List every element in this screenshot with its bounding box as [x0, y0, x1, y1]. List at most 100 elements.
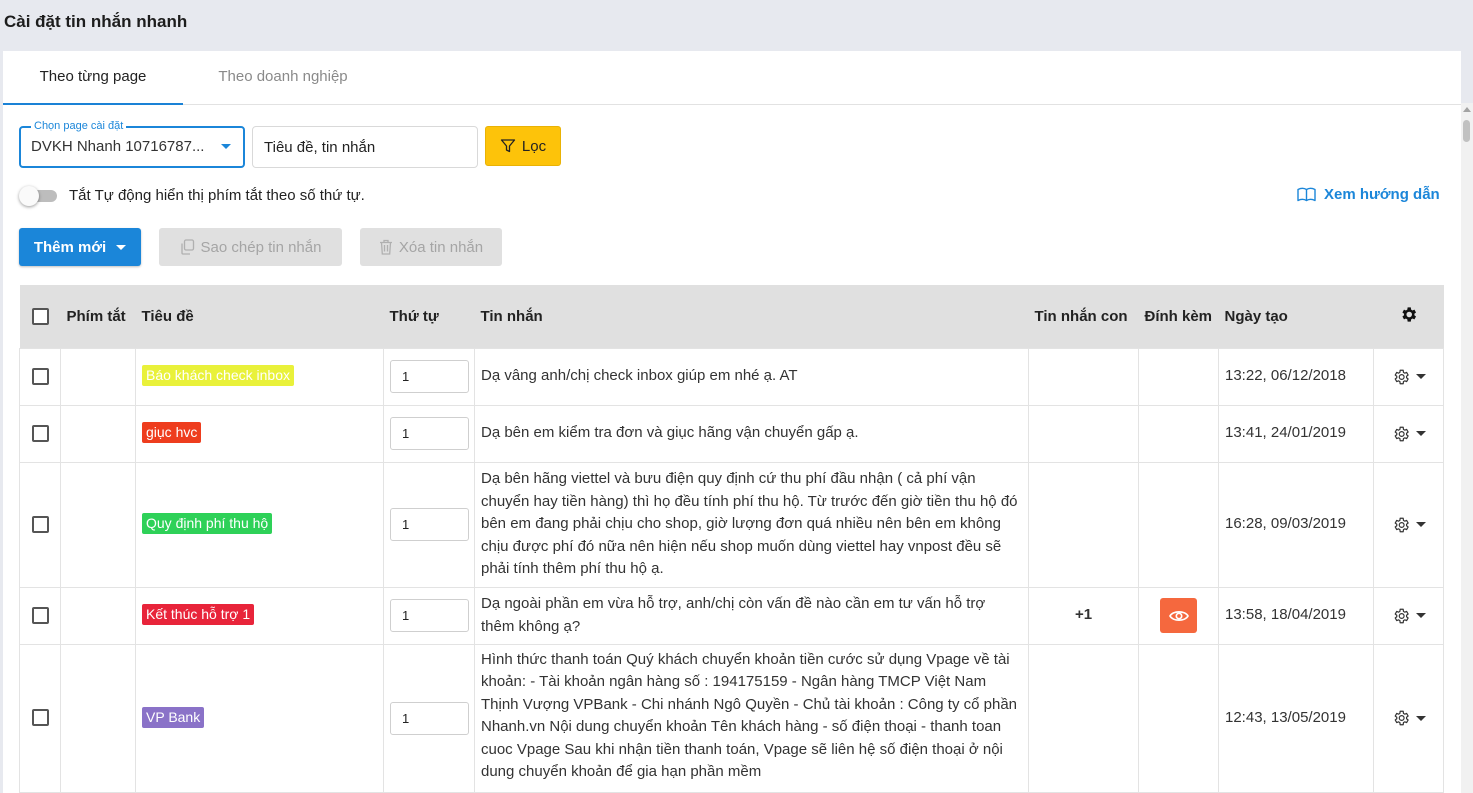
chevron-down-icon [1415, 431, 1426, 436]
shortcut-cell [60, 586, 136, 645]
table-row[interactable]: VP Bank Hình thức thanh toán Quý khách c… [19, 643, 1444, 793]
table-row[interactable]: giục hvc Dạ bên em kiểm tra đơn và giục … [19, 404, 1444, 463]
attachment-cell [1138, 461, 1219, 588]
tab-bar: Theo từng page Theo doanh nghiệp [3, 51, 1461, 105]
col-sub-messages: Tin nhắn con [1028, 285, 1139, 348]
row-actions-cell [1373, 643, 1444, 793]
created-cell: 16:28, 09/03/2019 [1218, 461, 1374, 588]
gear-icon[interactable] [1399, 305, 1418, 324]
row-select-cell [19, 347, 61, 406]
order-input[interactable] [390, 701, 469, 735]
page-select-value: DVKH Nhanh 10716787... [31, 138, 205, 155]
title-tag: Báo khách check inbox [142, 365, 294, 387]
chevron-down-icon [1415, 522, 1426, 527]
guide-link[interactable]: Xem hướng dẫn [1297, 186, 1440, 203]
created-cell: 13:22, 06/12/2018 [1218, 347, 1374, 406]
filter-button[interactable]: Lọc [485, 126, 561, 166]
created-cell: 13:58, 18/04/2019 [1218, 586, 1374, 645]
select-all-cell [19, 285, 61, 348]
message-cell: Hình thức thanh toán Quý khách chuyển kh… [474, 643, 1029, 793]
column-settings-cell [1373, 285, 1444, 348]
copy-message-button[interactable]: Sao chép tin nhắn [159, 228, 342, 266]
delete-message-button[interactable]: Xóa tin nhắn [360, 228, 502, 266]
row-actions-cell [1373, 347, 1444, 406]
toggle-knob [19, 186, 39, 206]
order-input[interactable] [390, 417, 469, 450]
vertical-scrollbar[interactable] [1461, 103, 1473, 793]
title-cell: VP Bank [135, 643, 384, 793]
row-actions-menu[interactable] [1380, 425, 1437, 443]
title-tag: Quy định phí thu hộ [142, 513, 273, 535]
tab-by-page[interactable]: Theo từng page [3, 51, 183, 105]
title-cell: Báo khách check inbox [135, 347, 384, 406]
order-cell [383, 404, 475, 463]
row-actions-menu[interactable] [1380, 516, 1437, 534]
row-checkbox[interactable] [31, 424, 49, 442]
order-input[interactable] [390, 508, 469, 541]
order-input[interactable] [390, 599, 469, 632]
col-created: Ngày tạo [1218, 285, 1374, 348]
row-checkbox[interactable] [31, 709, 49, 727]
add-new-label: Thêm mới [33, 238, 107, 256]
gear-outline-icon [1394, 517, 1409, 532]
message-cell: Dạ bên em kiểm tra đơn và giục hãng vận … [474, 404, 1029, 463]
eye-icon [1168, 610, 1189, 621]
table-row[interactable]: Kết thúc hỗ trợ 1 Dạ ngoài phần em vừa h… [19, 586, 1444, 645]
row-actions-menu[interactable] [1380, 607, 1437, 625]
scroll-up-arrow-icon[interactable] [1463, 107, 1471, 112]
delete-message-label: Xóa tin nhắn [398, 238, 484, 256]
title-cell: giục hvc [135, 404, 384, 463]
row-select-cell [19, 461, 61, 588]
title-tag: Kết thúc hỗ trợ 1 [142, 604, 255, 626]
attachment-cell [1138, 643, 1219, 793]
order-cell [383, 347, 475, 406]
message-cell: Dạ vâng anh/chị check inbox giúp em nhé … [474, 347, 1029, 406]
sub-messages-cell[interactable]: +1 [1028, 586, 1139, 645]
order-cell [383, 643, 475, 793]
guide-link-label: Xem hướng dẫn [1324, 186, 1440, 203]
attachment-cell [1138, 404, 1219, 463]
add-new-button[interactable]: Thêm mới [19, 228, 141, 266]
col-shortcut: Phím tắt [60, 285, 136, 348]
created-cell: 12:43, 13/05/2019 [1218, 643, 1374, 793]
page-title: Cài đặt tin nhắn nhanh [4, 12, 188, 31]
table-row[interactable]: Báo khách check inbox Dạ vâng anh/chị ch… [19, 347, 1444, 406]
gear-outline-icon [1394, 369, 1409, 384]
chevron-down-icon [1415, 715, 1426, 721]
page-select-label: Chọn page cài đặt [31, 119, 127, 133]
page-select[interactable]: Chọn page cài đặt DVKH Nhanh 10716787... [19, 119, 245, 168]
row-checkbox[interactable] [31, 515, 49, 533]
main-panel: Theo từng page Theo doanh nghiệp Chọn pa… [3, 51, 1461, 793]
row-actions-menu[interactable] [1380, 368, 1437, 386]
row-actions-menu[interactable] [1380, 709, 1437, 727]
row-select-cell [19, 404, 61, 463]
sub-messages-cell [1028, 461, 1139, 588]
shortcut-cell [60, 404, 136, 463]
copy-message-label: Sao chép tin nhắn [200, 238, 322, 256]
row-checkbox[interactable] [31, 606, 49, 624]
search-input[interactable] [252, 126, 478, 168]
funnel-icon [500, 139, 516, 153]
view-attachment-button[interactable] [1160, 598, 1197, 633]
row-checkbox[interactable] [31, 367, 49, 385]
trash-icon [379, 239, 392, 255]
copy-icon [180, 239, 194, 255]
row-actions-cell [1373, 586, 1444, 645]
message-cell: Dạ bên hãng viettel và bưu điện quy định… [474, 461, 1029, 588]
table-row[interactable]: Quy định phí thu hộ Dạ bên hãng viettel … [19, 461, 1444, 588]
order-input[interactable] [390, 360, 469, 393]
gear-outline-icon [1394, 710, 1409, 726]
attachment-cell [1138, 347, 1219, 406]
row-select-cell [19, 643, 61, 793]
col-message: Tin nhắn [474, 285, 1029, 348]
select-all-checkbox[interactable] [31, 308, 49, 326]
page-header: Cài đặt tin nhắn nhanh [0, 0, 1473, 50]
title-tag: VP Bank [142, 706, 205, 728]
scrollbar-thumb[interactable] [1463, 120, 1470, 142]
created-cell: 13:41, 24/01/2019 [1218, 404, 1374, 463]
order-cell [383, 461, 475, 588]
sub-messages-cell [1028, 643, 1139, 793]
quick-messages-table: Phím tắt Tiêu đề Thứ tự Tin nhắn Tin nhắ… [19, 285, 1444, 793]
auto-shortcut-toggle[interactable] [19, 186, 59, 206]
tab-by-enterprise[interactable]: Theo doanh nghiệp [183, 51, 383, 105]
